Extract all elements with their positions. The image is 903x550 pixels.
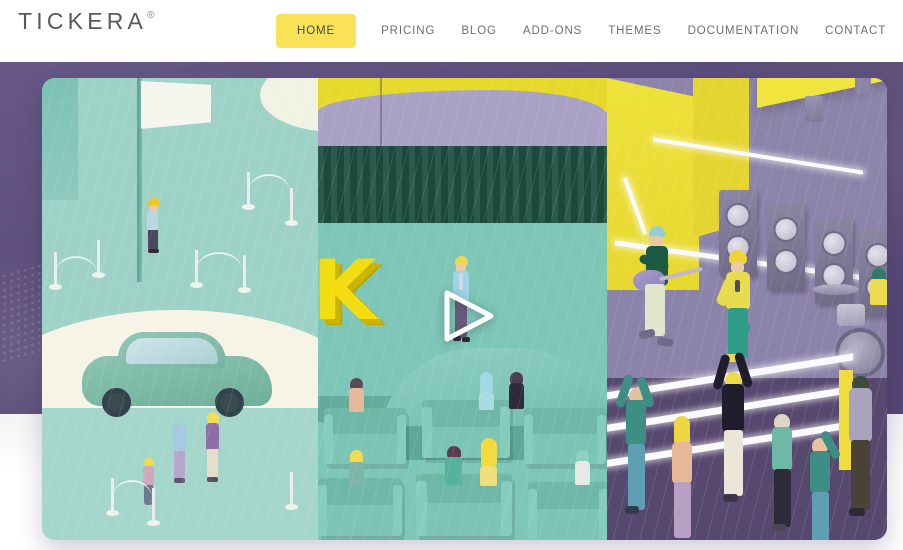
character-audience — [478, 372, 496, 414]
main-navigation: HOME PRICING BLOG ADD-ONS THEMES DOCUMEN… — [276, 0, 903, 62]
nav-item-documentation[interactable]: DOCUMENTATION — [675, 14, 813, 48]
wall-seam — [380, 78, 382, 146]
stage-light — [855, 78, 871, 94]
character-guitarist — [633, 226, 703, 362]
white-flag — [141, 81, 211, 129]
character-audience — [348, 450, 366, 490]
video-panel-car-showroom — [42, 78, 318, 540]
character-audience — [348, 378, 366, 414]
character-visitor-teal — [172, 416, 188, 486]
microphone-icon — [735, 280, 740, 292]
nav-item-pricing[interactable]: PRICING — [368, 14, 448, 48]
exhibit-car — [82, 330, 272, 417]
character-crowd-member — [669, 416, 695, 540]
stage-purple-wall-lower — [318, 112, 607, 148]
nav-item-blog[interactable]: BLOG — [448, 14, 510, 48]
nav-item-contact[interactable]: CONTACT — [812, 14, 899, 48]
stage-curtain — [318, 146, 607, 223]
character-crowd-member — [712, 351, 754, 520]
character-crowd-member — [769, 414, 795, 540]
character-crowd-member — [614, 373, 656, 538]
play-triangle-icon — [444, 290, 494, 342]
character-drummer — [869, 268, 887, 338]
video-play-button[interactable] — [437, 285, 499, 347]
drum-tom — [837, 304, 865, 326]
stanchion — [285, 470, 298, 510]
video-panel-concert — [607, 78, 887, 540]
pa-speaker — [767, 204, 805, 290]
registered-trademark-icon: ® — [147, 10, 155, 22]
audience-sofa — [528, 482, 607, 540]
nav-item-add-ons[interactable]: ADD-ONS — [510, 14, 595, 48]
character-crowd-member — [845, 368, 875, 536]
character-audience — [508, 372, 526, 414]
stanchion — [238, 253, 251, 293]
character-crowd-member — [807, 429, 842, 540]
nav-item-themes[interactable]: THEMES — [595, 14, 674, 48]
site-logo[interactable]: TICKERA® — [18, 8, 154, 35]
car-windows — [126, 338, 218, 364]
character-audience — [478, 438, 500, 490]
page-root: TICKERA® HOME PRICING BLOG ADD-ONS THEME… — [0, 0, 903, 550]
showroom-background-disc — [260, 78, 318, 132]
character-visitor-hardhat — [147, 198, 161, 254]
nav-item-my-account[interactable]: MY ACCOUNT — [899, 14, 903, 48]
character-audience — [444, 446, 464, 488]
character-audience — [574, 450, 592, 490]
character-visitor-blonde — [205, 412, 221, 486]
stanchion — [285, 186, 298, 226]
audience-sofa — [524, 408, 606, 464]
stage-light — [805, 96, 823, 122]
stage-letter-k: K — [318, 242, 376, 339]
drum-cymbal — [813, 284, 859, 295]
nav-item-home[interactable]: HOME — [276, 14, 357, 48]
site-header: TICKERA® HOME PRICING BLOG ADD-ONS THEME… — [0, 0, 903, 62]
showroom-wall — [42, 78, 78, 200]
logo-text: TICKERA — [18, 8, 148, 34]
car-wheel — [102, 388, 131, 417]
